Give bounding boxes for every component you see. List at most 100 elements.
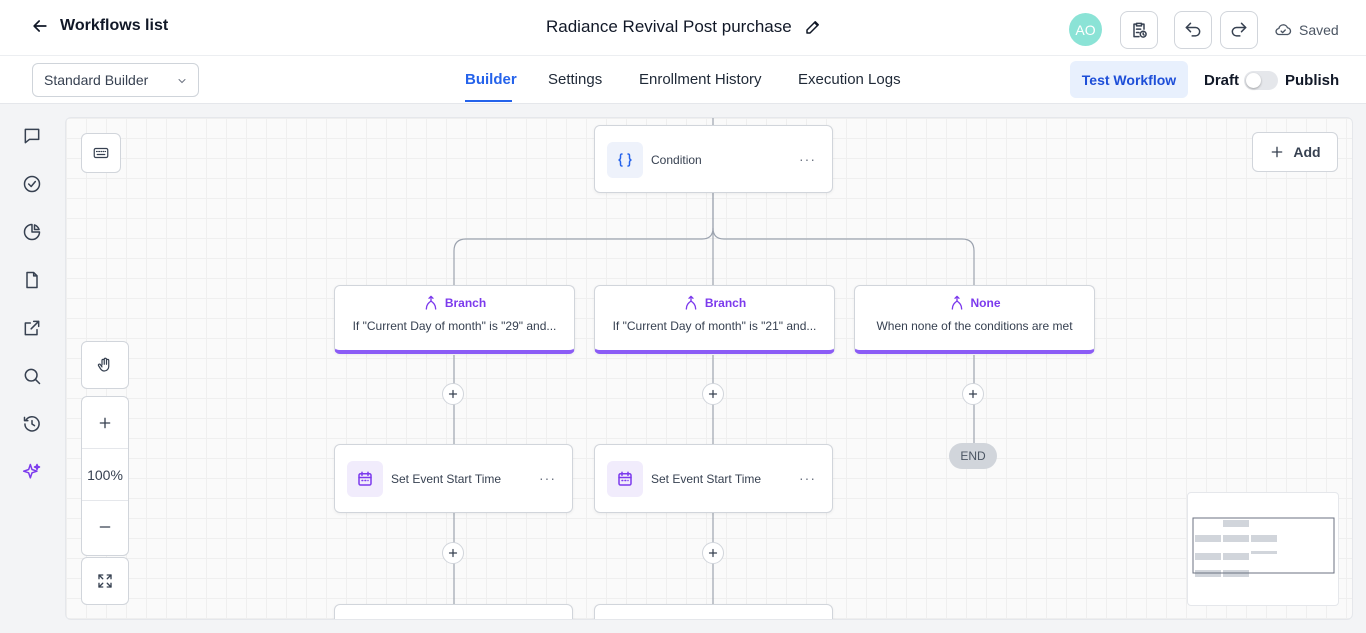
keyboard-icon — [93, 147, 109, 159]
pie-chart-icon — [23, 223, 41, 241]
zoom-out-button[interactable] — [82, 501, 128, 553]
nav-external[interactable] — [22, 318, 42, 338]
tab-enrollment-history[interactable]: Enrollment History — [639, 71, 762, 88]
builder-toolbar: Standard Builder Builder Settings Enroll… — [0, 56, 1366, 104]
tab-settings[interactable]: Settings — [548, 71, 602, 88]
keyboard-shortcuts-button[interactable] — [81, 133, 121, 173]
redo-icon — [1231, 22, 1247, 37]
minimap[interactable] — [1187, 492, 1339, 606]
condition-label: Condition — [651, 153, 702, 167]
pencil-icon[interactable] — [804, 18, 822, 36]
branch-title: Branch — [335, 295, 574, 311]
save-status: Saved — [1274, 21, 1339, 39]
workflow-logs-button[interactable] — [1120, 11, 1158, 49]
branch-node-1[interactable]: Branch If "Current Day of month" is "29"… — [334, 285, 575, 354]
next-node-partial[interactable] — [594, 604, 833, 619]
plus-icon — [968, 389, 978, 399]
add-button[interactable]: Add — [1252, 132, 1338, 172]
branch-title-text: Branch — [444, 296, 487, 310]
nav-documents[interactable] — [22, 270, 42, 290]
action-node-2[interactable]: Set Event Start Time ··· — [594, 444, 833, 513]
plus-icon — [708, 389, 718, 399]
add-step-button[interactable] — [442, 542, 464, 564]
branch-title-text: Branch — [704, 296, 747, 310]
zoom-level: 100% — [82, 449, 128, 501]
add-step-button[interactable] — [962, 383, 984, 405]
arrow-left-icon — [33, 20, 47, 32]
nav-chat[interactable] — [22, 126, 42, 146]
history-icon — [23, 416, 40, 432]
left-sidebar — [0, 104, 64, 633]
branch-icon — [425, 295, 437, 310]
back-label: Workflows list — [60, 17, 169, 34]
tab-execution-logs[interactable]: Execution Logs — [798, 71, 901, 88]
calendar-icon — [618, 471, 632, 486]
nav-ai[interactable] — [22, 462, 42, 482]
back-to-workflows-link[interactable]: Workflows list — [30, 16, 168, 36]
branch-node-none[interactable]: None When none of the conditions are met — [854, 285, 1095, 354]
calendar-icon — [358, 471, 372, 486]
tab-builder[interactable]: Builder — [465, 71, 517, 88]
branch-description: If "Current Day of month" is "29" and... — [352, 319, 557, 333]
node-menu-button[interactable]: ··· — [799, 470, 816, 486]
add-label: Add — [1293, 144, 1321, 160]
branch-description: When none of the conditions are met — [876, 319, 1073, 333]
next-node-partial[interactable] — [334, 604, 573, 619]
undo-icon — [1185, 22, 1201, 37]
external-link-icon — [24, 320, 40, 336]
fit-view-button[interactable] — [81, 557, 129, 605]
test-workflow-button[interactable]: Test Workflow — [1070, 61, 1188, 98]
workflow-canvas[interactable]: 100% Add Condition ··· Branch If "Curren… — [65, 117, 1353, 620]
chat-icon — [24, 128, 40, 144]
end-marker: END — [949, 443, 997, 469]
plus-icon — [448, 389, 458, 399]
action-node-1[interactable]: Set Event Start Time ··· — [334, 444, 573, 513]
zoom-in-button[interactable] — [82, 397, 128, 449]
search-icon — [24, 368, 41, 385]
document-icon — [26, 271, 38, 289]
node-menu-button[interactable]: ··· — [539, 470, 556, 486]
clipboard-clock-icon — [1133, 22, 1147, 38]
plus-icon — [448, 548, 458, 558]
zoom-controls: 100% — [81, 396, 129, 556]
minus-icon — [99, 526, 111, 528]
branch-title-text: None — [970, 296, 1001, 310]
active-tab-indicator — [465, 100, 512, 102]
chevron-down-icon — [178, 79, 186, 84]
branch-node-2[interactable]: Branch If "Current Day of month" is "21"… — [594, 285, 835, 354]
saved-label: Saved — [1299, 22, 1339, 38]
workflow-title: Radiance Revival Post purchase — [546, 17, 822, 37]
action-label: Set Event Start Time — [651, 472, 762, 486]
action-label: Set Event Start Time — [391, 472, 502, 486]
action-icon-box — [607, 461, 643, 497]
plus-icon — [708, 548, 718, 558]
pan-tool-button[interactable] — [81, 341, 129, 389]
publish-toggle[interactable] — [1244, 71, 1278, 90]
builder-type-select[interactable]: Standard Builder — [32, 63, 199, 97]
add-step-button[interactable] — [442, 383, 464, 405]
avatar[interactable]: AO — [1069, 13, 1102, 46]
expand-icon — [98, 574, 112, 588]
add-step-button[interactable] — [702, 383, 724, 405]
branch-icon — [685, 295, 697, 310]
workflow-title-text: Radiance Revival Post purchase — [546, 17, 792, 36]
redo-button[interactable] — [1220, 11, 1258, 49]
branch-description: If "Current Day of month" is "21" and... — [612, 319, 817, 333]
sparkles-icon — [22, 463, 41, 479]
branch-icon — [951, 295, 962, 310]
nav-reports[interactable] — [22, 222, 42, 242]
plus-icon — [99, 417, 111, 428]
nav-tasks[interactable] — [22, 174, 42, 194]
nav-search[interactable] — [22, 366, 42, 386]
nav-history[interactable] — [22, 414, 42, 434]
hand-icon — [97, 357, 110, 372]
condition-node[interactable]: Condition ··· — [594, 125, 833, 193]
cloud-check-icon — [1275, 24, 1292, 36]
action-icon-box — [347, 461, 383, 497]
undo-button[interactable] — [1174, 11, 1212, 49]
node-menu-button[interactable]: ··· — [799, 151, 816, 167]
branch-title: Branch — [595, 295, 834, 311]
add-step-button[interactable] — [702, 542, 724, 564]
top-bar: Workflows list Radiance Revival Post pur… — [0, 0, 1366, 56]
check-circle-icon — [23, 175, 41, 193]
